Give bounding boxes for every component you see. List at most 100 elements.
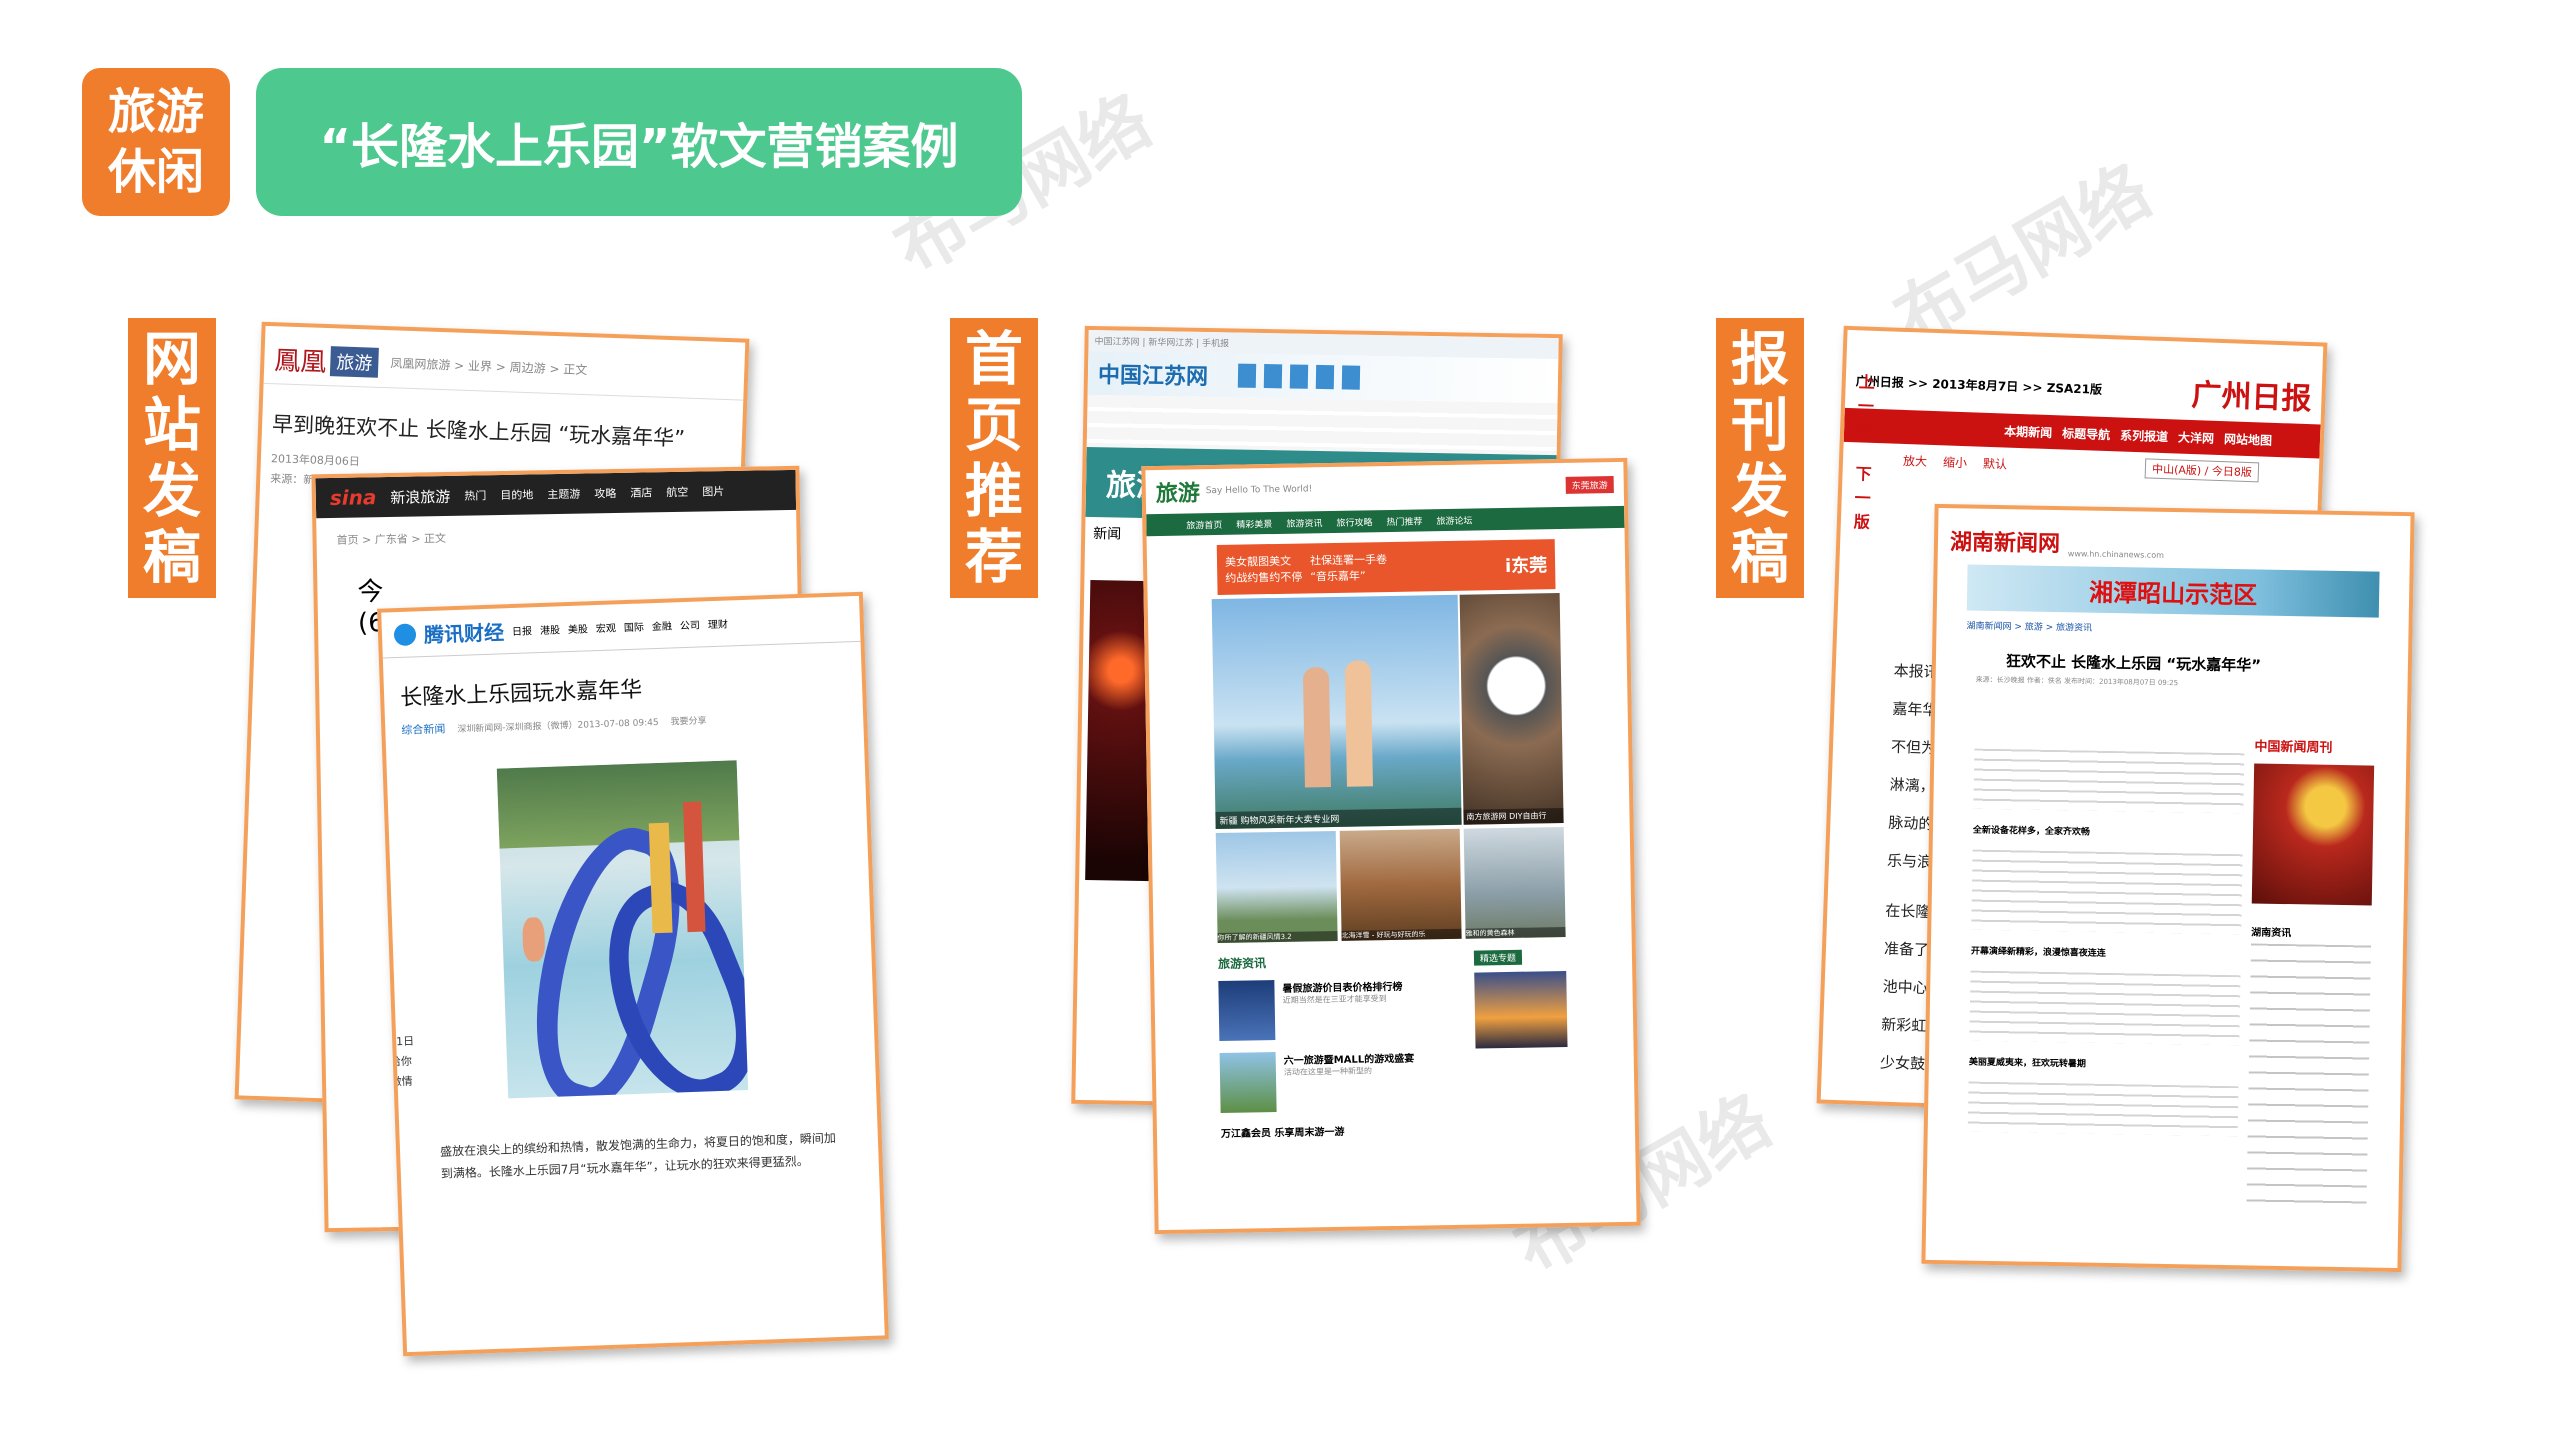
category-line1: 旅游	[107, 84, 204, 140]
share-link[interactable]: 我要分享	[670, 713, 706, 727]
section-label-newspaper: 报刊发稿	[1716, 318, 1804, 598]
ifeng-logo: 鳳凰	[273, 346, 327, 378]
category-line2: 休闲	[107, 144, 204, 200]
banner-item[interactable]: 社保连署一手卷	[1310, 551, 1387, 568]
default-zoom-button[interactable]: 默认	[1983, 454, 2008, 472]
news-title[interactable]: 万江鑫会员 乐享周末游一游	[1221, 1123, 1345, 1140]
hunan-logo-sub: www.hn.chinanews.com	[2067, 549, 2165, 560]
hunan-screenshot: 湖南新闻网 www.hn.chinanews.com 湘潭昭山示范区 湖南新闻网…	[1921, 503, 2415, 1273]
side-photo: 南方旅游网 DIY自由行	[1459, 593, 1564, 825]
nav-rows	[1086, 394, 1558, 456]
thumb-caption: 雅和的黄色森林	[1465, 926, 1566, 939]
sina-logo: sina	[329, 485, 377, 510]
subhead: 开幕演绎新精彩，浪漫惊喜夜连连	[1970, 946, 2106, 959]
tencent-screenshot: 腾讯财经 日报 港股 美股 宏观 国际 金融 公司 理财 长隆水上乐园玩水嘉年华…	[377, 591, 889, 1357]
app-icons	[1237, 363, 1361, 390]
nav-item[interactable]: 酒店	[630, 484, 652, 500]
category-badge: 旅游 休闲	[82, 68, 230, 216]
ifeng-channel: 旅游	[329, 345, 379, 378]
news-item[interactable]: 暑假旅游价目表价格排行榜 近期当然是在三亚才能享受到	[1218, 978, 1403, 1042]
nav-item[interactable]: 航空	[666, 484, 688, 500]
thumb-photo: 北海洋雪 - 好玩与好玩的乐	[1339, 828, 1462, 941]
side-list-title: 精选专题	[1473, 949, 1523, 966]
nav-item[interactable]: 旅游论坛	[1436, 513, 1472, 527]
thumb-caption: 你所了解的新疆风情3.2	[1217, 930, 1338, 944]
side-list	[2246, 943, 2372, 1206]
sina-channel: 新浪旅游	[390, 487, 451, 507]
gzdaily-logo: 广州日报	[2190, 377, 2313, 418]
nav-item[interactable]: 港股	[540, 621, 560, 637]
bottom-text: 建个	[1118, 902, 1143, 917]
banner-item[interactable]: 约战约售约不停	[1225, 569, 1302, 586]
news-desc: 近期当然是在三亚才能享受到	[1282, 994, 1387, 1005]
nav-link[interactable]: 网站地图	[2224, 430, 2273, 449]
banner-item[interactable]: “音乐嘉年”	[1310, 567, 1387, 584]
main-photo: 新疆 购物风采新年大卖专业网	[1211, 594, 1462, 830]
hunan-logo: 湖南新闻网	[1949, 529, 2061, 558]
nav-item[interactable]: 日报	[512, 622, 532, 638]
nav-item[interactable]: 公司	[680, 616, 700, 632]
date-line: 广州日报 >> 2013年8月7日 >> ZSA21版	[1855, 373, 2103, 397]
breadcrumb: 凤凰网旅游 > 业界 > 周边游 > 正文	[390, 356, 588, 378]
promo-banner: 湘潭昭山示范区	[1966, 564, 2380, 618]
nav-item[interactable]: 金融	[652, 617, 672, 633]
nav-item[interactable]: 精彩美景	[1236, 517, 1272, 531]
ad-image	[2251, 763, 2375, 906]
news-list-title: 旅游资讯	[1217, 956, 1267, 972]
travel-screenshot: 旅游 Say Hello To The World! 东莞旅游 旅游首页 精彩美…	[1141, 457, 1641, 1235]
nav-item[interactable]: 攻略	[594, 485, 616, 501]
nav-item[interactable]: 旅游资讯	[1286, 516, 1322, 530]
search-button[interactable]: 东莞旅游	[1565, 475, 1614, 494]
nav-link[interactable]: 大洋网	[2178, 428, 2215, 446]
thumb-photo: 你所了解的新疆风情3.2	[1215, 830, 1338, 944]
promo-banner: 美女靓图美文 约战约售约不停 社保连署一手卷 “音乐嘉年” i东莞	[1216, 539, 1556, 595]
banner-brand: i东莞	[1504, 555, 1548, 577]
nav-item[interactable]: 目的地	[500, 486, 533, 503]
nav-item[interactable]: 国际	[624, 618, 644, 634]
nav-item[interactable]: 宏观	[596, 619, 616, 635]
nav-item[interactable]: 图片	[702, 483, 724, 499]
travel-logo: 旅游	[1155, 481, 1201, 508]
nav-item[interactable]: 旅游首页	[1186, 517, 1222, 531]
subhead: 全新设备花样多，全家齐欢畅	[1972, 825, 2091, 838]
travel-slogan: Say Hello To The World!	[1205, 484, 1313, 497]
side-title: 中国新闻周刊	[2254, 739, 2333, 756]
nav-item[interactable]: 美股	[568, 620, 588, 636]
section-label-homepage: 首页推荐	[950, 318, 1038, 598]
photo-caption: 盛放在浪尖上的缤纷和热情，散发饱满的生命力，将夏日的饱和度，瞬间加到满格。长隆水…	[439, 1131, 837, 1181]
thumb-photo: 雅和的黄色森林	[1463, 826, 1566, 939]
tencent-logo-icon	[393, 622, 417, 646]
zoom-in-button[interactable]: 放大	[1903, 451, 1928, 469]
side-list-title: 湖南资讯	[2251, 927, 2292, 940]
tencent-logo: 腾讯财经	[423, 620, 505, 648]
nav-link[interactable]: 系列报道	[2120, 426, 2169, 445]
news-item[interactable]: 六一旅游暨MALL的游戏盛宴 活动在这里是一种新型的	[1219, 1050, 1415, 1114]
news-desc: 活动在这里是一种新型的	[1283, 1066, 1373, 1077]
article-body: 全新设备花样多，全家齐欢畅 开幕演绎新精彩，浪漫惊喜夜连连 美丽夏威夷来，狂欢玩…	[1966, 748, 2245, 1224]
main-photo-caption: 新疆 购物风采新年大卖专业网	[1215, 807, 1462, 830]
news-thumb	[1219, 1052, 1277, 1114]
nav-link[interactable]: 标题导航	[2062, 424, 2111, 443]
subhead: 美丽夏威夷来，狂欢玩转暑期	[1968, 1057, 2087, 1070]
sunset-photo	[1474, 970, 1568, 1049]
news-item[interactable]: 万江鑫会员 乐享周末游一游	[1221, 1123, 1345, 1140]
news-thumb	[1218, 980, 1276, 1042]
nav-item[interactable]: 旅行攻略	[1336, 515, 1372, 529]
side-photo-caption: 南方旅游网 DIY自由行	[1463, 807, 1564, 825]
banner-item[interactable]: 美女靓图美文	[1225, 553, 1302, 570]
waterpark-photo	[496, 760, 749, 1099]
jschina-logo: 中国江苏网	[1097, 362, 1209, 391]
page-title: “长隆水上乐园”软文营销案例	[256, 68, 1022, 216]
edition-select[interactable]: 中山(A版) / 今日8版	[2144, 458, 2260, 483]
section-label-website: 网站发稿	[128, 318, 216, 598]
nav-item[interactable]: 主题游	[547, 486, 580, 503]
article-tag[interactable]: 综合新闻	[401, 720, 446, 738]
nav-link[interactable]: 本期新闻	[2004, 422, 2053, 441]
page-nav: 上一版 下一版	[1853, 372, 1876, 532]
nav-item[interactable]: 热门推荐	[1386, 514, 1422, 528]
news-title[interactable]: 六一旅游暨MALL的游戏盛宴	[1284, 1050, 1415, 1067]
zoom-out-button[interactable]: 缩小	[1943, 453, 1968, 471]
banner-text: 湘潭昭山示范区	[2088, 578, 2258, 610]
nav-item[interactable]: 理财	[708, 615, 728, 631]
nav-item[interactable]: 热门	[464, 487, 486, 503]
